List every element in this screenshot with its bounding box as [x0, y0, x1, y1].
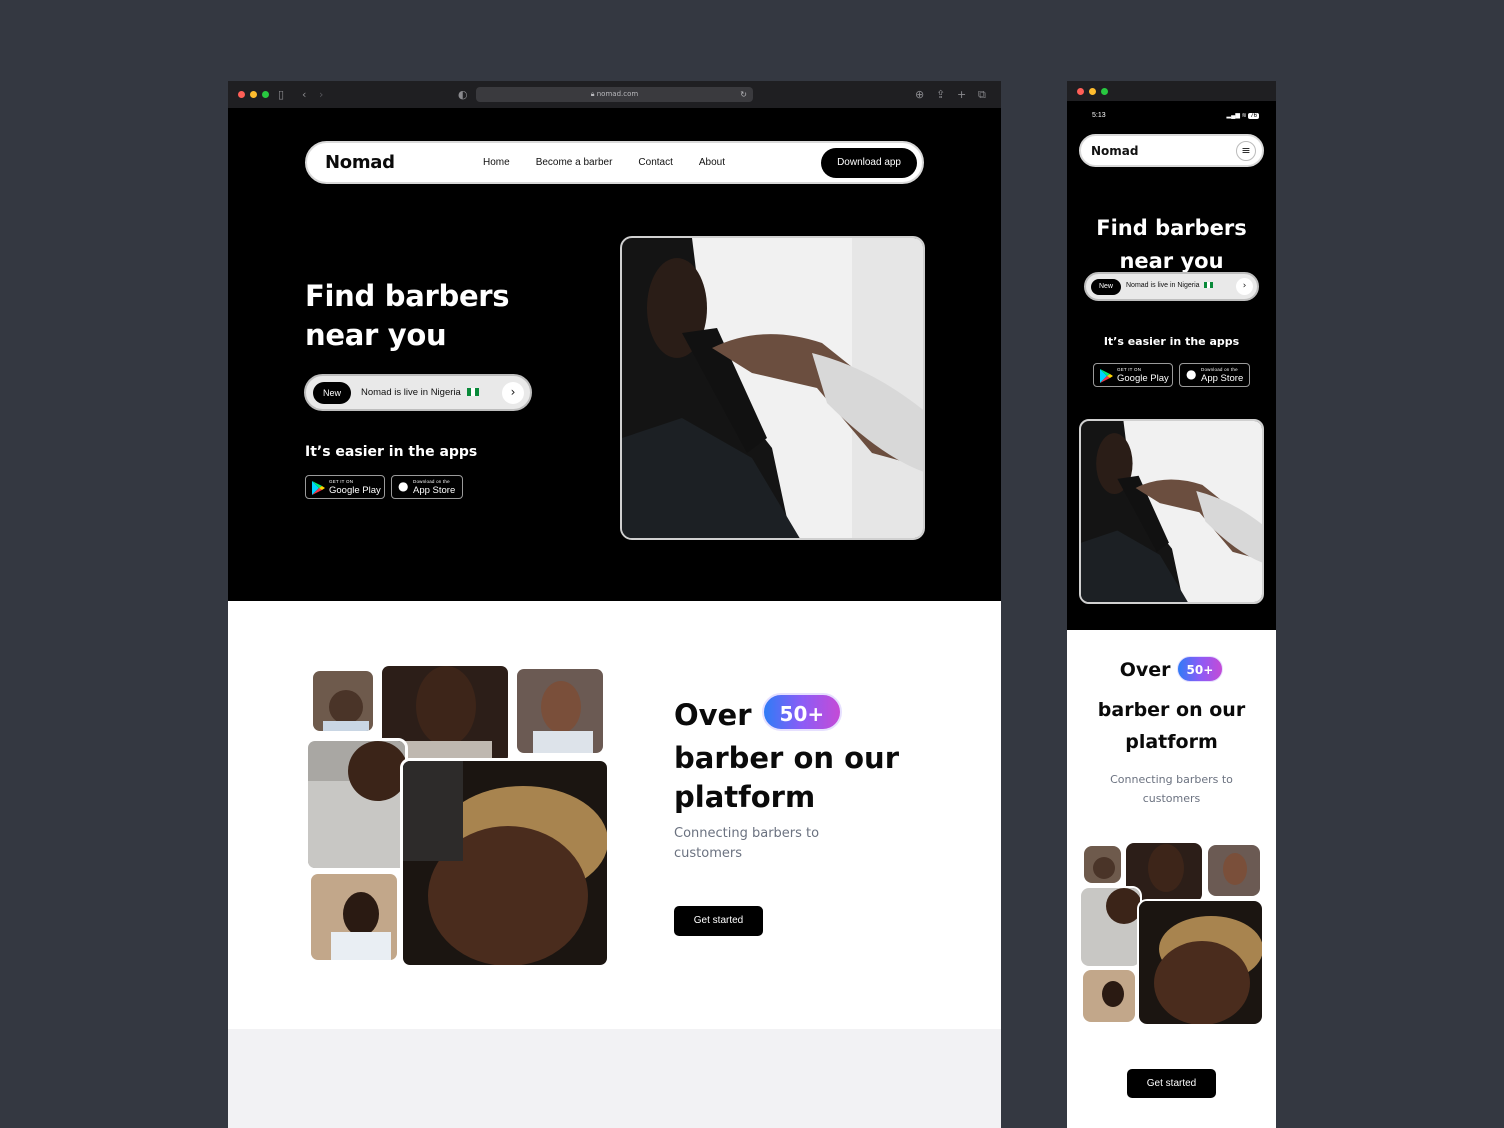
hamburger-menu-icon[interactable]: ≡	[1236, 141, 1256, 161]
url-text: nomad.com	[596, 90, 639, 98]
mobile-announcement-pill[interactable]: New Nomad is live in Nigeria ›	[1084, 272, 1259, 301]
browser-toolbar: ▯ ‹ › ◐ 🔒︎ nomad.com ↻ ⊕ ⇪ + ⧉	[228, 81, 1001, 108]
apple-icon: ●	[398, 479, 409, 493]
mobile-barber-photo-3	[1206, 843, 1262, 898]
minimize-window-button[interactable]	[250, 91, 257, 98]
platform-section: Over 50+ barber on our platform Connectin…	[228, 601, 1001, 1029]
nav-link-home[interactable]: Home	[483, 157, 510, 168]
apps-heading: It’s easier in the apps	[305, 444, 478, 460]
lock-icon: 🔒︎	[590, 90, 595, 98]
mobile-barber-photo-4	[1079, 886, 1142, 968]
mobile-app-store-button[interactable]: ● Download on the App Store	[1179, 363, 1250, 387]
status-icons: ▂▄▆ ≋ 76	[1226, 112, 1259, 119]
mobile-window-toolbar	[1067, 81, 1276, 101]
mobile-platform-subtext: Connecting barbers to customers	[1110, 773, 1233, 805]
top-navbar: Nomad Home Become a barber Contact About…	[305, 141, 924, 184]
mobile-chevron-right-icon[interactable]: ›	[1236, 278, 1253, 295]
signal-icon: ▂▄▆	[1226, 113, 1240, 119]
platform-heading: barber on our platform	[674, 741, 899, 814]
barber-photo-3	[514, 666, 606, 756]
sidebar-icon[interactable]: ▯	[278, 88, 284, 101]
mobile-platform-section: Over 50+ barber on our platform Connectin…	[1067, 630, 1276, 1128]
mobile-zoom-button[interactable]	[1101, 88, 1108, 95]
download-app-button[interactable]: Download app	[821, 148, 917, 178]
barber-count-badge: 50+	[761, 693, 843, 731]
wifi-icon: ≋	[1241, 113, 1247, 119]
google-play-icon	[312, 481, 325, 495]
mobile-google-play-button[interactable]: GET IT ON Google Play	[1093, 363, 1173, 387]
nav-link-become-barber[interactable]: Become a barber	[536, 157, 613, 168]
mobile-apps-heading: It’s easier in the apps	[1103, 335, 1240, 348]
share-icon[interactable]: ⇪	[936, 88, 945, 101]
barber-photo-main	[400, 758, 610, 968]
mobile-window-controls	[1077, 88, 1108, 95]
mobile-new-badge: New	[1091, 279, 1121, 295]
nigeria-flag-icon	[466, 388, 479, 396]
barber-photo-5	[308, 871, 400, 963]
mobile-hero-barber-photo	[1079, 419, 1264, 604]
nomad-logo[interactable]: Nomad	[325, 152, 395, 173]
mobile-announcement-text: Nomad is live in Nigeria	[1126, 282, 1213, 289]
desktop-browser-window: ▯ ‹ › ◐ 🔒︎ nomad.com ↻ ⊕ ⇪ + ⧉ Nomad Hom…	[228, 81, 1001, 1128]
new-tab-icon[interactable]: +	[957, 88, 966, 101]
mobile-google-play-icon	[1100, 369, 1113, 383]
barber-photo-4	[305, 738, 408, 871]
google-play-button[interactable]: GET IT ON Google Play	[305, 475, 385, 499]
forward-icon[interactable]: ›	[319, 88, 323, 101]
nav-links: Home Become a barber Contact About	[483, 157, 725, 168]
hero-section: Nomad Home Become a barber Contact About…	[228, 108, 1001, 601]
nav-link-contact[interactable]: Contact	[638, 157, 672, 168]
mobile-apple-icon: ●	[1186, 367, 1197, 381]
mobile-close-button[interactable]	[1077, 88, 1084, 95]
announcement-text: Nomad is live in Nigeria	[361, 387, 479, 398]
battery-icon: 76	[1248, 113, 1259, 119]
new-badge: New	[313, 382, 351, 404]
hero-title: Find barbers near you	[305, 279, 510, 352]
chevron-right-icon[interactable]: ›	[502, 382, 524, 404]
get-started-button[interactable]: Get started	[674, 906, 763, 936]
download-icon[interactable]: ⊕	[915, 88, 924, 101]
platform-subtext: Connecting barbers to customers	[674, 826, 820, 861]
status-time: 5:13	[1092, 112, 1106, 119]
hero-barber-photo	[620, 236, 925, 540]
mobile-barber-photo-main	[1137, 899, 1264, 1026]
address-bar[interactable]: 🔒︎ nomad.com ↻	[476, 87, 753, 102]
mobile-barber-photo-1	[1082, 844, 1123, 885]
barber-photo-1	[310, 668, 376, 734]
tabs-overview-icon[interactable]: ⧉	[978, 88, 986, 101]
close-window-button[interactable]	[238, 91, 245, 98]
mobile-barber-photo-5	[1081, 968, 1137, 1024]
app-store-button[interactable]: ● Download on the App Store	[391, 475, 463, 499]
announcement-pill[interactable]: New Nomad is live in Nigeria ›	[304, 374, 532, 411]
mobile-navbar: Nomad ≡	[1079, 134, 1264, 167]
mobile-nigeria-flag-icon	[1203, 282, 1213, 288]
mobile-hero-title: Find barbers near you	[1096, 216, 1247, 273]
mobile-preview-window: 5:13 ▂▄▆ ≋ 76 Nomad ≡ Find barbers near …	[1067, 81, 1276, 1128]
mobile-minimize-button[interactable]	[1089, 88, 1096, 95]
zoom-window-button[interactable]	[262, 91, 269, 98]
refresh-icon[interactable]: ↻	[740, 87, 747, 102]
mobile-nomad-logo[interactable]: Nomad	[1091, 144, 1138, 158]
mobile-barber-photo-collage	[1079, 841, 1264, 1026]
back-icon[interactable]: ‹	[302, 88, 306, 101]
mobile-hero-section: 5:13 ▂▄▆ ≋ 76 Nomad ≡ Find barbers near …	[1067, 101, 1276, 630]
mobile-platform-heading-over: Over 50+	[1067, 656, 1276, 682]
mobile-get-started-button[interactable]: Get started	[1127, 1069, 1216, 1098]
barber-photo-collage	[305, 663, 610, 968]
platform-heading-over: Over 50+	[674, 693, 843, 735]
window-controls	[238, 91, 269, 98]
nav-link-about[interactable]: About	[699, 157, 725, 168]
next-section	[228, 1029, 1001, 1128]
mobile-platform-heading: barber on our platform	[1097, 699, 1246, 753]
mobile-barber-count-badge: 50+	[1176, 656, 1224, 682]
shield-icon[interactable]: ◐	[458, 88, 468, 101]
